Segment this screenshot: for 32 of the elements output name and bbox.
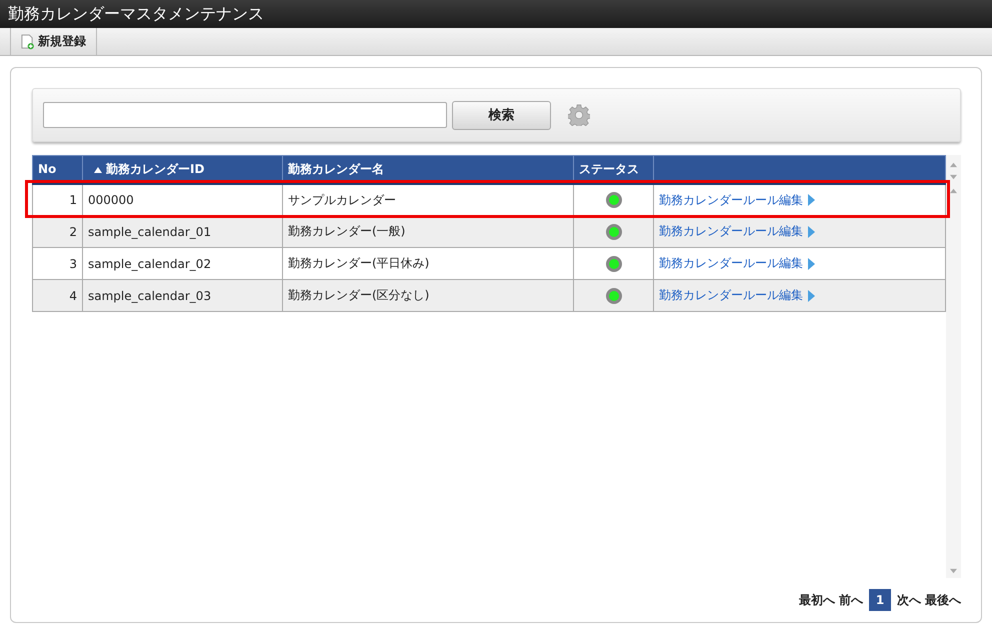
arrow-icon[interactable] bbox=[808, 194, 815, 206]
scroll-down-icon[interactable] bbox=[949, 568, 958, 575]
scrollbar[interactable] bbox=[946, 155, 961, 578]
arrow-icon[interactable] bbox=[808, 290, 815, 302]
table-cell: sample_calendar_01 bbox=[82, 216, 282, 248]
arrow-icon[interactable] bbox=[808, 258, 815, 270]
new-document-icon bbox=[21, 34, 34, 50]
table-cell: サンプルカレンダー bbox=[282, 184, 574, 216]
last-page-link[interactable]: 最後へ bbox=[925, 592, 961, 608]
table-cell: sample_calendar_03 bbox=[82, 280, 282, 312]
window-title: 勤務カレンダーマスタメンテナンス bbox=[8, 4, 264, 24]
scroll-up-icon[interactable] bbox=[949, 161, 958, 168]
gear-icon[interactable] bbox=[568, 104, 590, 126]
table-cell: 勤務カレンダー(区分なし) bbox=[282, 280, 574, 312]
scroll-up-icon[interactable] bbox=[949, 187, 958, 194]
search-button[interactable]: 検索 bbox=[452, 100, 551, 130]
scroll-down-icon[interactable] bbox=[949, 174, 958, 181]
next-page-link[interactable]: 次へ bbox=[897, 592, 921, 608]
table-cell: 勤務カレンダー(一般) bbox=[282, 216, 574, 248]
search-field[interactable] bbox=[43, 102, 447, 128]
first-page-link[interactable]: 最初へ bbox=[799, 592, 835, 608]
new-button[interactable]: 新規登録 bbox=[10, 28, 97, 55]
table-cell: 3 bbox=[32, 248, 82, 280]
table-cell: 勤務カレンダー(平日休み) bbox=[282, 248, 574, 280]
table-cell: 2 bbox=[32, 216, 82, 248]
page-number[interactable]: 1 bbox=[869, 589, 891, 611]
table-cell: sample_calendar_02 bbox=[82, 248, 282, 280]
table-cell: 000000 bbox=[82, 184, 282, 216]
arrow-icon[interactable] bbox=[808, 226, 815, 238]
previous-page-link[interactable]: 前へ bbox=[839, 592, 863, 608]
table-cell: 4 bbox=[32, 280, 82, 312]
table-cell: 1 bbox=[32, 184, 82, 216]
